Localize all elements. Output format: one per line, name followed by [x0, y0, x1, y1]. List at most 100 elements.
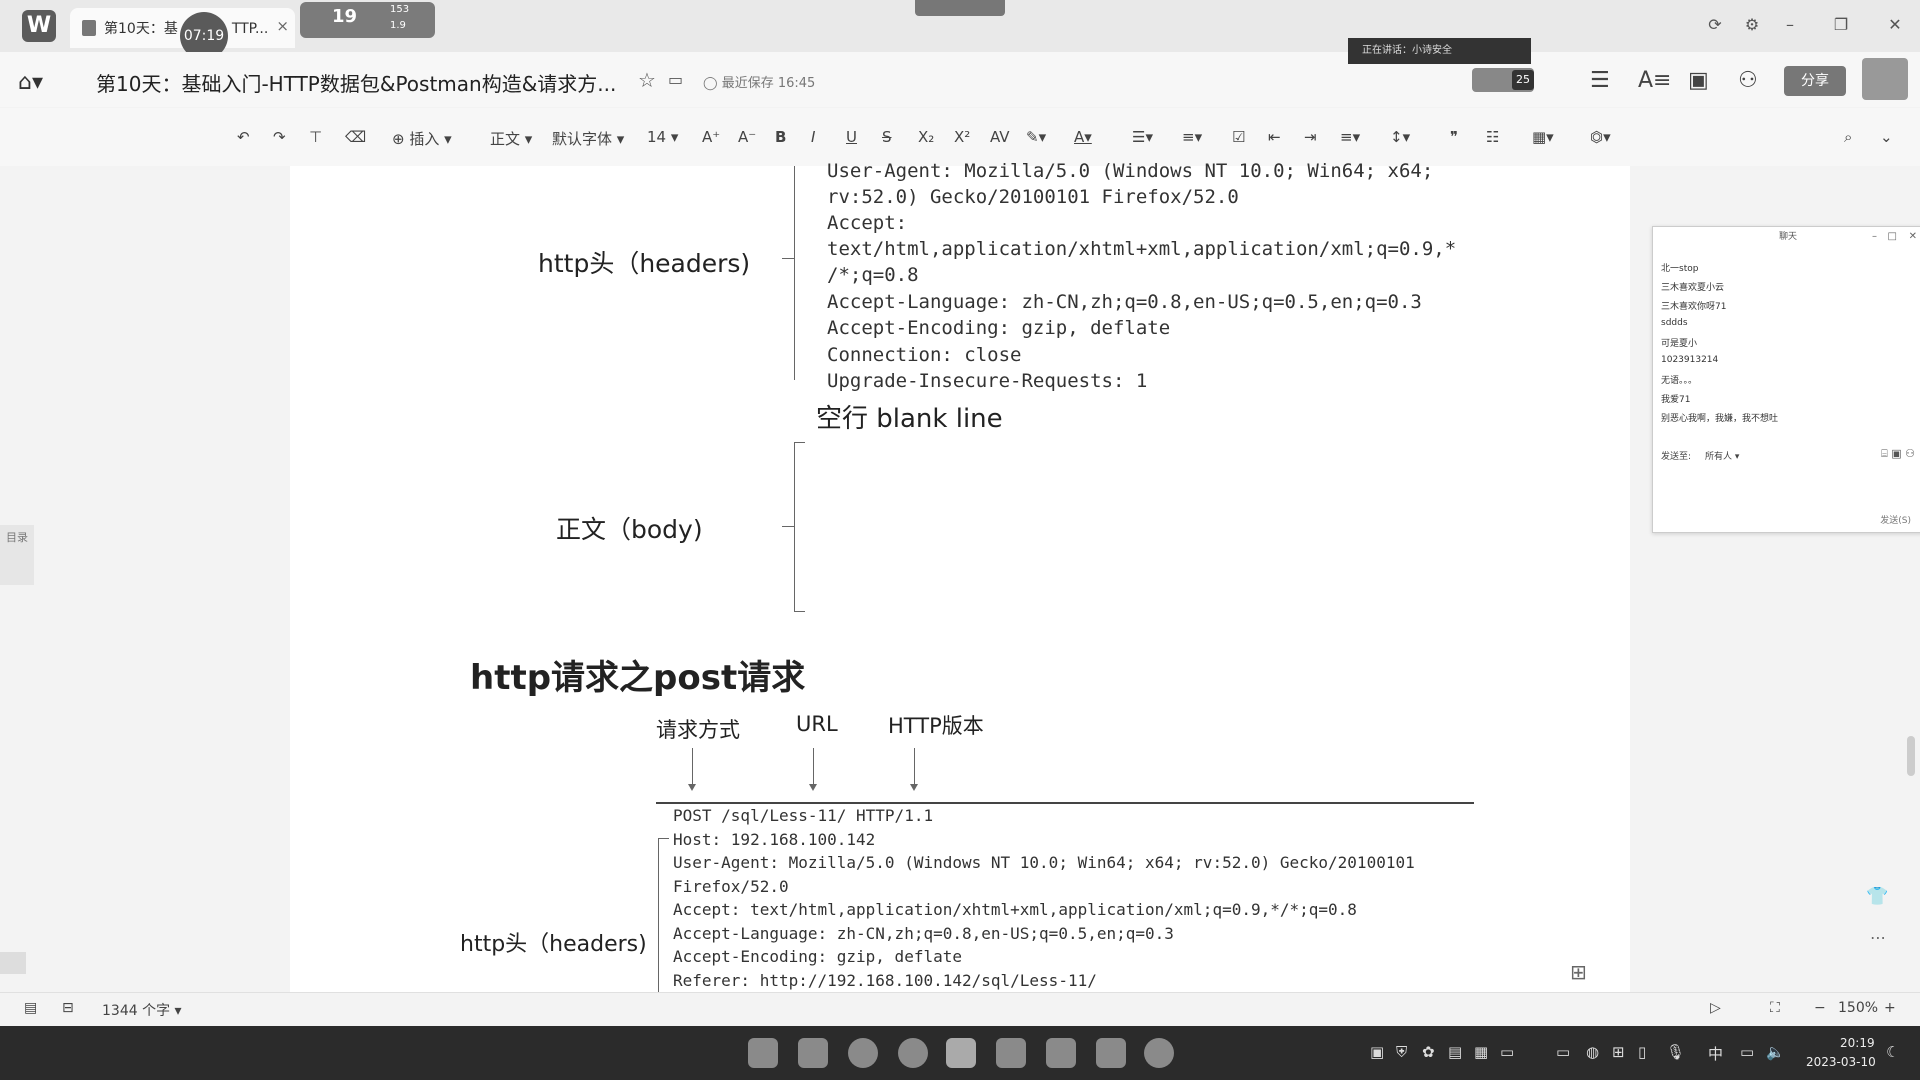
- bullet-list-icon[interactable]: ☰▾: [1132, 128, 1153, 146]
- maximize-icon[interactable]: ❐: [1826, 10, 1856, 40]
- tray-icon[interactable]: ▤: [1448, 1043, 1462, 1061]
- meeting-badge[interactable]: 19 153 1.9: [300, 2, 435, 38]
- word-count[interactable]: 1344 个字 ▾: [102, 1000, 182, 1020]
- minimize-icon[interactable]: –: [1775, 10, 1805, 40]
- windows-icon[interactable]: ⊞: [1612, 1043, 1625, 1061]
- gear-tray-icon[interactable]: ✿: [1422, 1043, 1435, 1061]
- format-painter-icon[interactable]: ⊤: [309, 128, 322, 146]
- checklist-icon[interactable]: ☑: [1232, 128, 1245, 146]
- java-icon[interactable]: [1096, 1038, 1126, 1068]
- table-icon[interactable]: ▦▾: [1532, 128, 1554, 146]
- layout-icon[interactable]: ⊟: [62, 1000, 74, 1016]
- tray-icon[interactable]: ▦: [1474, 1043, 1488, 1061]
- redo-icon[interactable]: ↷: [273, 128, 286, 146]
- close-window-icon[interactable]: ✕: [1880, 10, 1910, 40]
- send-button[interactable]: 发送(S): [1880, 513, 1911, 526]
- tray-icon[interactable]: ▭: [1500, 1043, 1514, 1061]
- input-language[interactable]: 中: [1708, 1043, 1723, 1064]
- user-avatar[interactable]: [1862, 58, 1908, 100]
- file-explorer-icon[interactable]: [798, 1038, 828, 1068]
- phone-icon[interactable]: ▯: [1638, 1043, 1646, 1061]
- outline-tab[interactable]: 目录: [0, 525, 34, 585]
- decrease-font-icon[interactable]: A⁻: [738, 128, 756, 146]
- paragraph-icon[interactable]: ☷: [1486, 128, 1499, 146]
- superscript-icon[interactable]: X²: [954, 128, 970, 146]
- fullscreen-icon[interactable]: ⛶: [1770, 1000, 1780, 1016]
- eraser-icon[interactable]: ⌫: [345, 128, 366, 146]
- char-spacing-icon[interactable]: AV: [990, 128, 1010, 146]
- zoom-out-icon[interactable]: −: [1814, 1000, 1826, 1016]
- indent-decrease-icon[interactable]: ⇤: [1268, 128, 1281, 146]
- screen-share-handle[interactable]: [915, 0, 1005, 16]
- monitor-icon[interactable]: ▭: [1556, 1043, 1570, 1061]
- chat-panel[interactable]: 聊天 – □ ✕ 北一stop 三木喜欢夏小云 三木喜欢你呀71 sddds 可…: [1652, 226, 1920, 533]
- wps-icon[interactable]: [946, 1038, 976, 1068]
- scrollbar[interactable]: [1907, 736, 1915, 776]
- highlight-icon[interactable]: ✎▾: [1026, 128, 1046, 146]
- chrome-icon[interactable]: [898, 1038, 928, 1068]
- tool-icon[interactable]: [1046, 1038, 1076, 1068]
- align-icon[interactable]: ≡▾: [1340, 128, 1360, 146]
- present-icon[interactable]: ▣: [1688, 68, 1709, 93]
- shield-icon[interactable]: ⛨: [1396, 1043, 1407, 1061]
- search-icon[interactable]: ⌕: [1844, 128, 1852, 146]
- indent-increase-icon[interactable]: ⇥: [1304, 128, 1317, 146]
- skin-icon[interactable]: 👕: [1866, 886, 1888, 907]
- sidebar-toggle-icon[interactable]: [0, 952, 26, 974]
- volume-icon[interactable]: 🔈: [1766, 1043, 1785, 1061]
- clock-date[interactable]: 2023-03-10: [1806, 1055, 1876, 1069]
- microphone-icon[interactable]: 🎙: [1666, 1043, 1685, 1061]
- network-icon[interactable]: ◍: [1586, 1043, 1599, 1061]
- increase-font-icon[interactable]: A⁺: [702, 128, 720, 146]
- code-line: Upgrade-Insecure-Requests: 1: [827, 370, 1148, 392]
- document-title[interactable]: 第10天：基础入门-HTTP数据包&Postman构造&请求方...: [96, 68, 616, 97]
- notification-icon[interactable]: ☾: [1886, 1043, 1899, 1061]
- chat-close-icon[interactable]: ✕: [1909, 231, 1917, 242]
- collaborate-icon[interactable]: ⚇: [1738, 68, 1758, 93]
- zoom-level[interactable]: 150%: [1838, 1000, 1878, 1016]
- undo-icon[interactable]: ↶: [237, 128, 250, 146]
- italic-icon[interactable]: I: [811, 128, 815, 146]
- font-size-select[interactable]: 14 ▾: [647, 128, 678, 146]
- paragraph-style-select[interactable]: 正文 ▾: [490, 128, 532, 149]
- numbered-list-icon[interactable]: ≡▾: [1182, 128, 1202, 146]
- settings-icon[interactable]: ⚙: [1737, 10, 1767, 40]
- chat-tools[interactable]: ⌸ ▣ ⚇: [1881, 447, 1915, 461]
- close-tab-icon[interactable]: ×: [276, 17, 289, 35]
- page-view-icon[interactable]: ▤: [24, 1000, 37, 1016]
- browser-icon[interactable]: [848, 1038, 878, 1068]
- taskbar-app-icon[interactable]: [748, 1038, 778, 1068]
- play-icon[interactable]: ▷: [1710, 1000, 1721, 1016]
- clock-time[interactable]: 20:19: [1840, 1036, 1875, 1050]
- chat-maximize-icon[interactable]: □: [1888, 231, 1897, 242]
- font-select[interactable]: 默认字体 ▾: [552, 128, 624, 149]
- font-color-icon[interactable]: A▾: [1074, 128, 1092, 146]
- bold-icon[interactable]: B: [775, 128, 786, 146]
- quote-icon[interactable]: ❞: [1450, 128, 1458, 146]
- underline-icon[interactable]: U: [846, 128, 857, 146]
- refresh-icon[interactable]: ⟳: [1700, 10, 1730, 40]
- photos-icon[interactable]: [996, 1038, 1026, 1068]
- insert-menu[interactable]: ⊕ 插入 ▾: [392, 128, 452, 149]
- strikethrough-icon[interactable]: S: [882, 128, 892, 146]
- home-icon[interactable]: ⌂▾: [18, 70, 43, 95]
- chat-minimize-icon[interactable]: –: [1872, 231, 1877, 242]
- display-icon[interactable]: ▭: [1740, 1043, 1754, 1061]
- line-spacing-icon[interactable]: ↕▾: [1390, 128, 1410, 146]
- brace-tip: [782, 526, 794, 527]
- add-comment-icon[interactable]: ⊞: [1570, 960, 1587, 984]
- subscript-icon[interactable]: X₂: [918, 128, 934, 146]
- text-style-icon[interactable]: A≡: [1638, 68, 1671, 93]
- app-logo[interactable]: W: [22, 10, 56, 42]
- more-icon[interactable]: ⋯: [1870, 928, 1886, 947]
- tray-icon[interactable]: ▣: [1370, 1043, 1384, 1061]
- more-tools-icon[interactable]: ⏣▾: [1590, 128, 1611, 146]
- chevron-down-icon[interactable]: ⌄: [1880, 128, 1893, 146]
- move-icon[interactable]: ▭: [668, 70, 683, 89]
- share-button[interactable]: 分享: [1784, 66, 1846, 96]
- star-icon[interactable]: ☆: [638, 68, 656, 92]
- menu-icon[interactable]: ☰: [1590, 68, 1610, 93]
- settings-app-icon[interactable]: [1144, 1038, 1174, 1068]
- zoom-in-icon[interactable]: +: [1884, 1000, 1896, 1016]
- send-to-select[interactable]: 所有人 ▾: [1705, 449, 1739, 462]
